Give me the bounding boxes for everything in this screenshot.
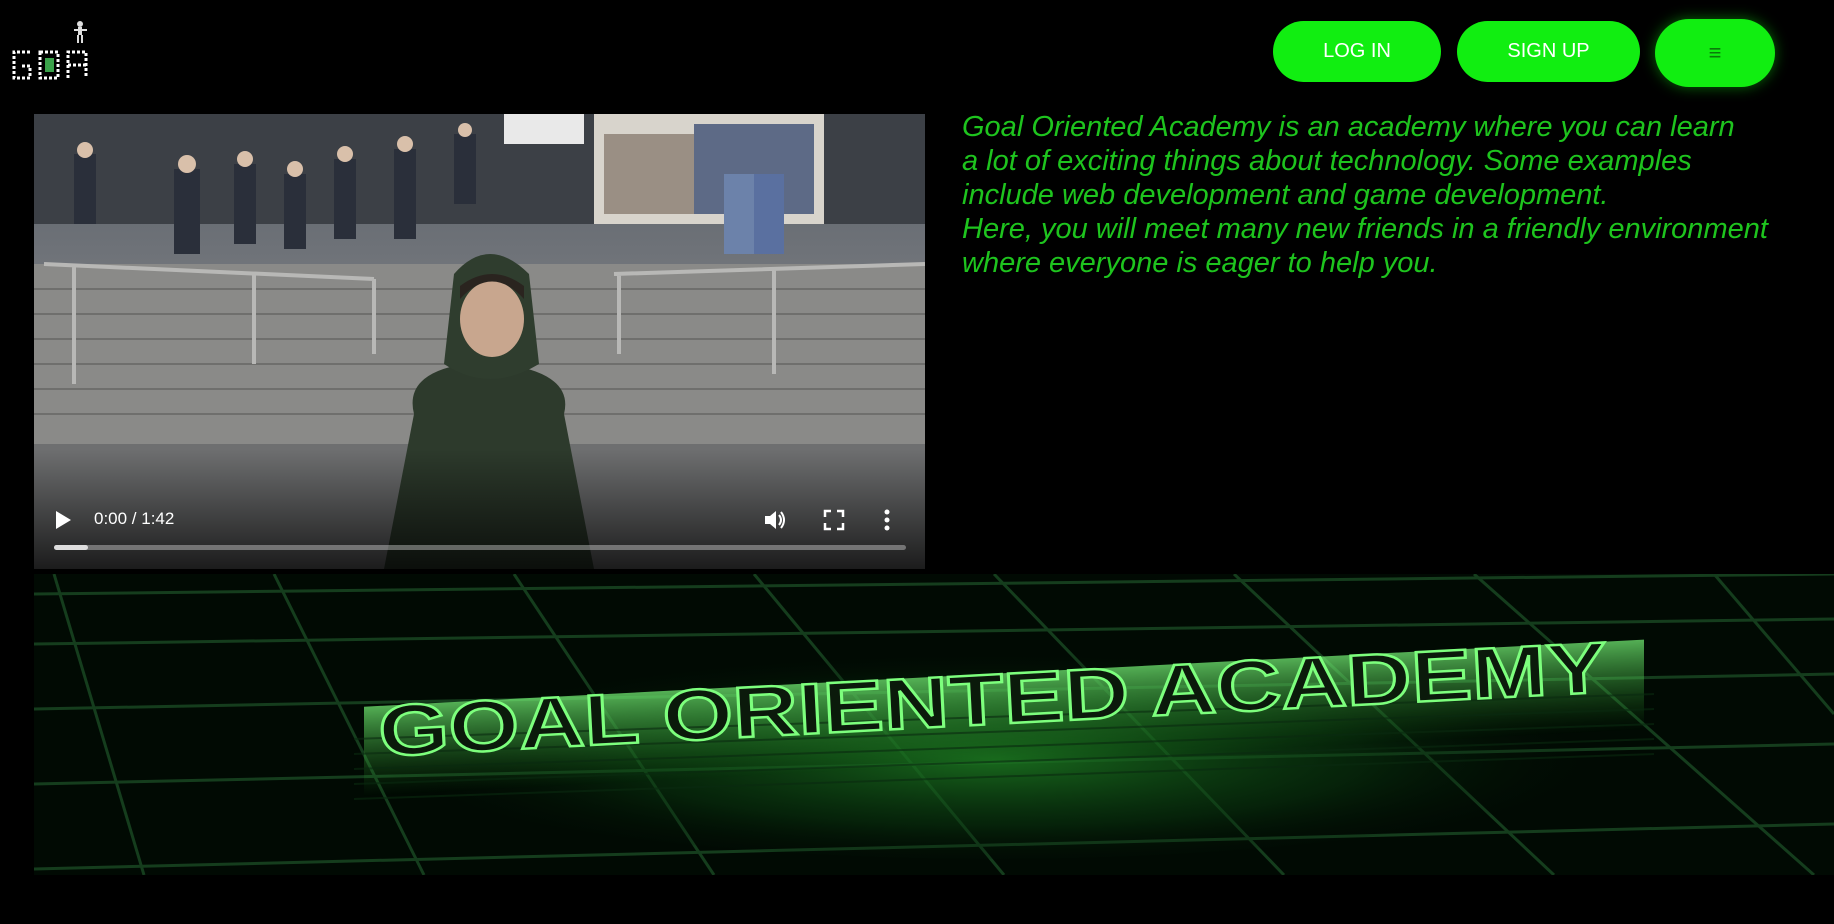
intro-video[interactable]: 0:00 / 1:42 [34, 114, 925, 569]
goa-banner: GOAL ORIENTED ACADEMY [34, 574, 1834, 875]
fullscreen-icon[interactable] [822, 508, 846, 532]
video-progress-bar[interactable] [54, 545, 906, 550]
volume-icon[interactable] [762, 507, 788, 533]
login-button[interactable]: LOG IN [1273, 21, 1441, 82]
hamburger-menu-icon: ≡ [1708, 40, 1722, 65]
signup-button[interactable]: SIGN UP [1457, 21, 1640, 82]
play-icon[interactable] [52, 509, 74, 531]
goa-logo[interactable] [8, 18, 94, 84]
more-options-icon[interactable] [882, 507, 892, 533]
video-time: 0:00 / 1:42 [94, 509, 175, 528]
footer-text [60, 904, 1820, 924]
banner-image: GOAL ORIENTED ACADEMY [34, 574, 1834, 875]
goa-logo-icon [12, 21, 88, 80]
intro-paragraph: Goal Oriented Academy is an academy wher… [962, 111, 1768, 279]
video-controls: 0:00 / 1:42 [34, 489, 925, 569]
menu-button[interactable]: ≡ [1655, 19, 1775, 87]
video-progress-fill [54, 545, 89, 550]
intro-text: Goal Oriented Academy is an academy wher… [962, 110, 1822, 280]
